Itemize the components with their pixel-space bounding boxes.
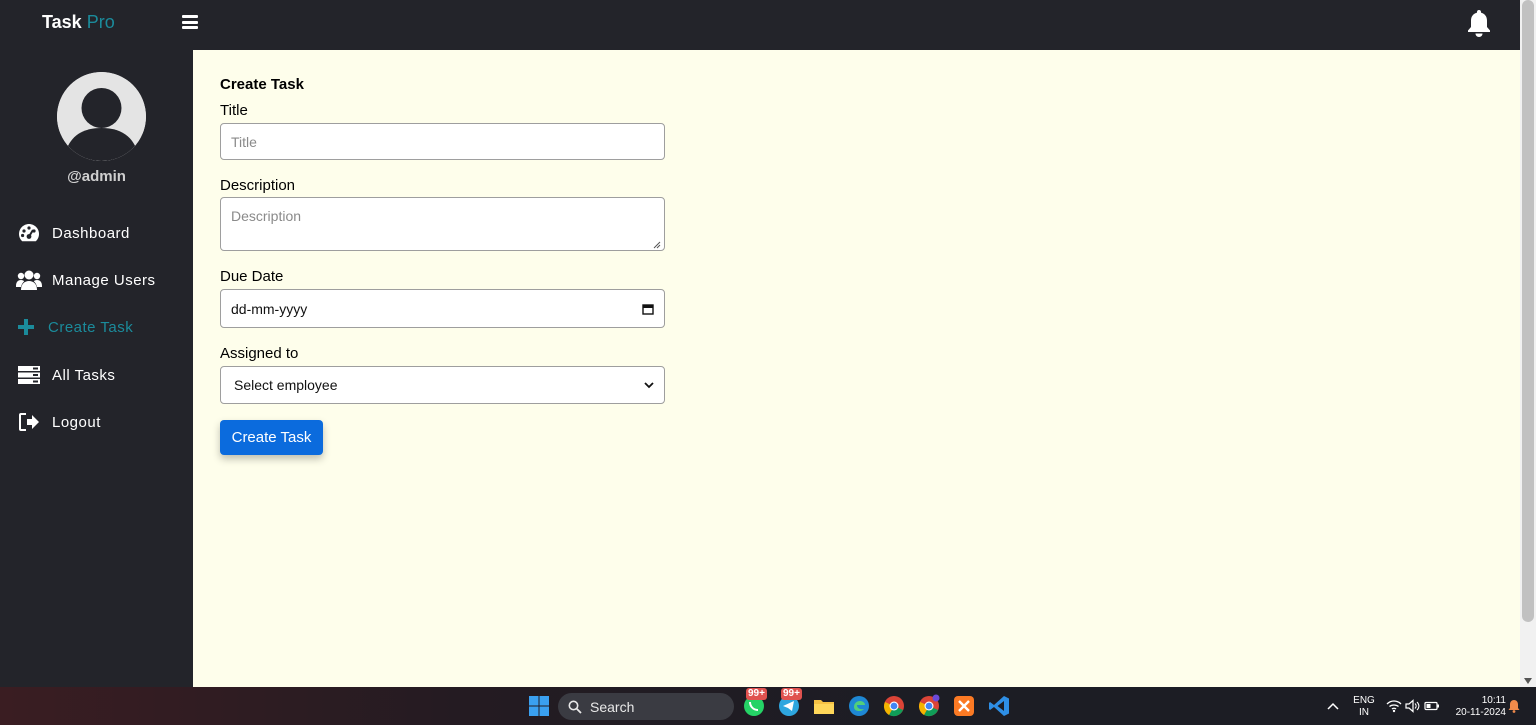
page-scrollbar[interactable] [1520,0,1536,687]
sidebar-item-label: Dashboard [52,224,130,242]
search-icon [568,700,582,714]
scrollbar-thumb[interactable] [1522,0,1534,622]
chrome-browser-icon[interactable] [882,694,906,718]
search-label: Search [590,698,635,715]
brand-logo[interactable]: Task Pro [42,12,115,33]
telegram-badge: 99+ [781,688,802,700]
calendar-icon[interactable] [642,303,654,315]
sidebar-item-all-tasks[interactable]: All Tasks [16,361,115,389]
sidebar-item-logout[interactable]: Logout [16,408,101,436]
volume-icon[interactable] [1405,694,1421,718]
sidebar-item-manage-users[interactable]: Manage Users [16,266,156,294]
battery-icon[interactable] [1424,694,1440,718]
clock-date: 20-11-2024 [1455,707,1506,718]
notification-bell-icon[interactable] [1465,8,1493,38]
chrome-profile-icon[interactable] [917,694,941,718]
brand-main-text: Task [42,12,82,32]
title-label: Title [220,102,248,119]
description-wrapper [193,197,665,251]
description-label: Description [220,177,296,194]
brand-accent-text: Pro [86,12,115,32]
description-textarea[interactable] [220,197,665,251]
sidebar-item-dashboard[interactable]: Dashboard [16,219,130,247]
whatsapp-badge: 99+ [746,688,767,700]
sidebar-item-create-task[interactable]: Create Task [16,313,133,341]
notification-icon[interactable] [1507,694,1521,718]
assigned-to-select[interactable]: Select employee [220,366,665,404]
xampp-icon[interactable] [952,694,976,718]
hamburger-menu-icon[interactable] [182,15,198,29]
assigned-to-value: Select employee [234,377,338,393]
resize-grip-icon[interactable] [653,241,661,249]
clock[interactable]: 10:11 20-11-2024 [1448,695,1506,719]
due-date-value: dd-mm-yyyy [231,300,308,317]
palette-icon [16,221,42,245]
assigned-to-label: Assigned to [220,345,299,362]
sidebar-item-label: All Tasks [52,366,116,384]
file-explorer-icon[interactable] [812,694,836,718]
top-navbar: Task Pro [0,0,1520,50]
form-heading: Create Task [220,76,304,93]
username-label: @admin [67,168,126,185]
edge-browser-icon[interactable] [847,694,871,718]
users-icon [16,268,42,292]
windows-start-icon[interactable] [527,694,551,718]
main-content: Create Task Title Description Due Date d… [193,50,1520,687]
chevron-down-icon [644,381,654,388]
user-avatar-icon [57,72,146,161]
windows-taskbar: Search 99+ 99+ ENG IN 10:11 20-11-2024 [0,687,1536,725]
sidebar-item-label: Create Task [48,318,134,336]
create-task-button[interactable]: Create Task [220,420,323,455]
scroll-down-arrow-icon[interactable] [1524,678,1532,684]
taskbar-search[interactable]: Search [558,693,734,720]
telegram-icon[interactable]: 99+ [777,688,802,718]
lang-top: ENG [1353,695,1375,706]
chevron-up-icon[interactable] [1325,694,1341,718]
sign-out-icon [16,410,42,434]
whatsapp-icon[interactable]: 99+ [742,688,767,718]
clock-time: 10:11 [1481,695,1506,706]
sidebar: @admin Dashboard Manage Users Create Tas… [0,50,193,687]
due-date-label: Due Date [220,268,284,285]
vscode-icon[interactable] [987,694,1011,718]
wifi-icon[interactable] [1386,694,1402,718]
language-indicator[interactable]: ENG IN [1350,695,1378,719]
avatar [57,72,146,161]
sidebar-item-label: Manage Users [52,271,156,289]
lang-bottom: IN [1359,707,1369,718]
due-date-input[interactable]: dd-mm-yyyy [220,289,665,328]
sidebar-item-label: Logout [52,413,101,431]
server-list-icon [16,363,42,387]
plus-icon [16,315,36,339]
title-input[interactable] [220,123,665,160]
